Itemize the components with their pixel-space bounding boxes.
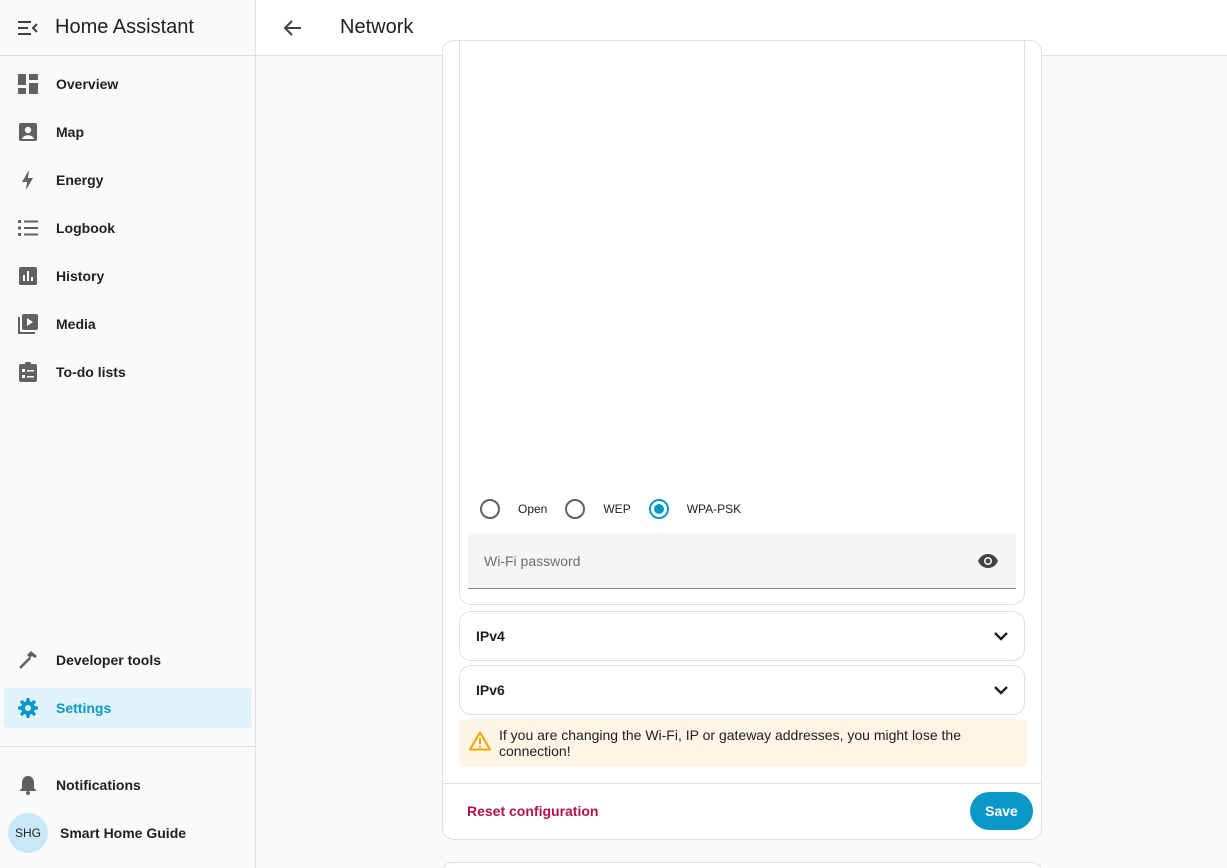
radio-open[interactable]: [480, 499, 500, 519]
sidebar-item-settings[interactable]: Settings: [4, 688, 251, 728]
ipv6-expander[interactable]: IPv6: [459, 665, 1025, 715]
user-name: Smart Home Guide: [60, 825, 187, 841]
warning-text: If you are changing the Wi-Fi, IP or gat…: [499, 727, 961, 759]
ipv4-label: IPv4: [476, 628, 505, 644]
radio-label-wep: WEP: [603, 502, 631, 516]
history-icon: [16, 264, 40, 288]
sidebar-item-overview[interactable]: Overview: [4, 64, 251, 104]
radio-wpa-psk[interactable]: [648, 499, 669, 519]
app-title: Home Assistant: [55, 16, 194, 38]
sidebar-item-label: To-do lists: [56, 364, 126, 380]
gear-icon: [16, 696, 40, 720]
hammer-icon: [16, 648, 40, 672]
sidebar-item-label: Settings: [56, 700, 112, 716]
sidebar-item-label: Overview: [56, 76, 119, 92]
save-button[interactable]: Save: [970, 792, 1033, 830]
card-divider: [443, 783, 1041, 784]
ipv6-label: IPv6: [476, 682, 505, 698]
sidebar-item-logbook[interactable]: Logbook: [4, 208, 251, 248]
sidebar-item-label: Map: [56, 124, 84, 140]
sidebar-item-media[interactable]: Media: [4, 304, 251, 344]
sidebar-item-energy[interactable]: Energy: [4, 160, 251, 200]
menu-toggle-icon[interactable]: [16, 16, 40, 40]
next-card-edge: [442, 862, 1042, 868]
sidebar-item-label: Logbook: [56, 220, 116, 236]
bell-icon: [16, 773, 40, 797]
radio-wep[interactable]: [565, 499, 586, 519]
sidebar-item-notifications[interactable]: Notifications: [4, 765, 251, 805]
wifi-password-input[interactable]: [484, 552, 964, 569]
overview-icon: [16, 72, 40, 96]
ipv4-expander[interactable]: IPv4: [459, 611, 1025, 661]
sidebar-item-developer-tools[interactable]: Developer tools: [4, 640, 251, 680]
sidebar-item-profile[interactable]: SHG Smart Home Guide: [4, 813, 251, 853]
eye-icon[interactable]: [976, 549, 1000, 573]
radio-label-wpa-psk: WPA-PSK: [686, 502, 742, 516]
sidebar-item-label: History: [56, 268, 105, 284]
todo-icon: [16, 360, 40, 384]
sidebar-item-label: Media: [56, 316, 96, 332]
sidebar-item-map[interactable]: Map: [4, 112, 251, 152]
sidebar-item-history[interactable]: History: [4, 256, 251, 296]
security-radio-group: Open WEP WPA-PSK: [480, 497, 759, 521]
reset-configuration-button[interactable]: Reset configuration: [459, 799, 606, 823]
warning-alert: If you are changing the Wi-Fi, IP or gat…: [459, 719, 1027, 767]
chevron-down-icon: [994, 628, 1008, 644]
logbook-icon: [16, 216, 40, 240]
sidebar-header: Home Assistant: [0, 0, 255, 56]
app-window: Home Assistant Overview Map Energy Logbo…: [0, 0, 1227, 868]
sidebar-item-label: Notifications: [56, 777, 141, 793]
sidebar: Home Assistant Overview Map Energy Logbo…: [0, 0, 256, 868]
energy-icon: [16, 168, 40, 192]
wifi-password-field[interactable]: [468, 533, 1016, 589]
chevron-down-icon: [994, 682, 1008, 698]
page-title: Network: [340, 16, 414, 38]
sidebar-item-label: Developer tools: [56, 652, 162, 668]
media-icon: [16, 312, 40, 336]
sidebar-divider: [0, 746, 255, 747]
warning-icon: [469, 731, 491, 756]
avatar: SHG: [8, 813, 48, 853]
radio-label-open: Open: [518, 502, 548, 516]
back-arrow-icon[interactable]: [280, 16, 304, 40]
sidebar-item-todo-lists[interactable]: To-do lists: [4, 352, 251, 392]
map-icon: [16, 120, 40, 144]
sidebar-item-label: Energy: [56, 172, 104, 188]
network-card: Open WEP WPA-PSK IPv4 IPv6 If you are ch…: [442, 40, 1042, 840]
wifi-settings-panel: Open WEP WPA-PSK: [459, 41, 1025, 605]
